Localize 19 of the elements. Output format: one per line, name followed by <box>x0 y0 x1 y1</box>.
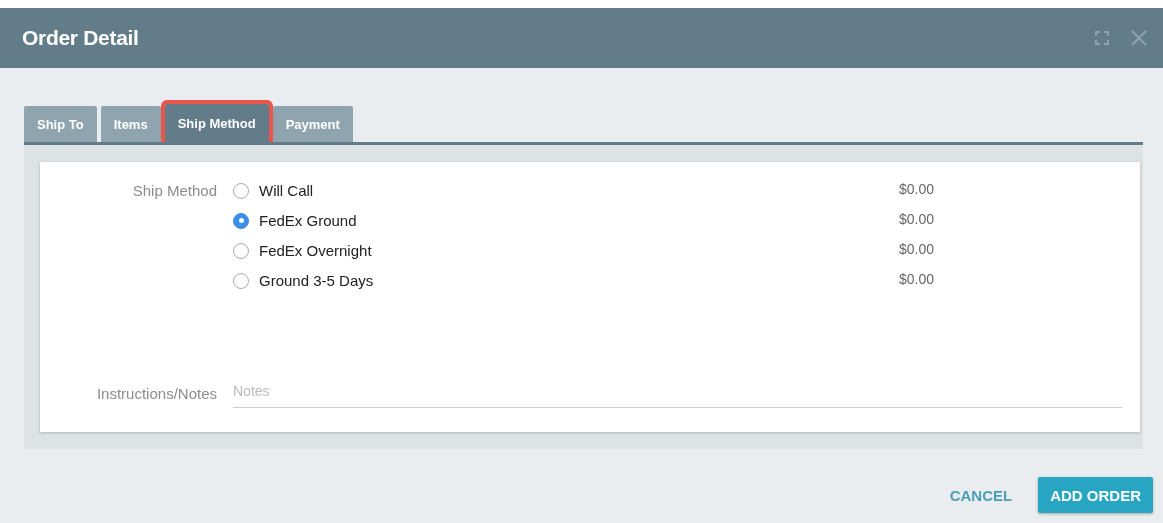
tab[interactable]: Payment <box>272 106 353 142</box>
option-label: Will Call <box>259 182 315 199</box>
add-order-button[interactable]: ADD ORDER <box>1038 477 1153 513</box>
radio-button[interactable] <box>233 212 249 229</box>
price: $0.00 <box>899 270 935 287</box>
price: $0.00 <box>899 210 935 227</box>
option-label: FedEx Overnight <box>259 242 373 259</box>
field-label: Instructions/Notes <box>95 385 218 402</box>
maximize-icon[interactable] <box>1095 31 1109 45</box>
window-title: Order Detail <box>22 26 140 50</box>
price: $0.00 <box>899 180 935 197</box>
tab[interactable]: Items <box>100 106 161 142</box>
price: $0.00 <box>899 240 935 257</box>
tab[interactable]: Ship To <box>24 106 97 142</box>
option-label: Ground 3-5 Days <box>259 272 375 289</box>
field-label: Ship Method <box>131 182 218 201</box>
cancel-button[interactable]: CANCEL <box>937 477 1025 513</box>
close-icon[interactable] <box>1131 30 1147 46</box>
option-label: FedEx Ground <box>259 212 358 229</box>
